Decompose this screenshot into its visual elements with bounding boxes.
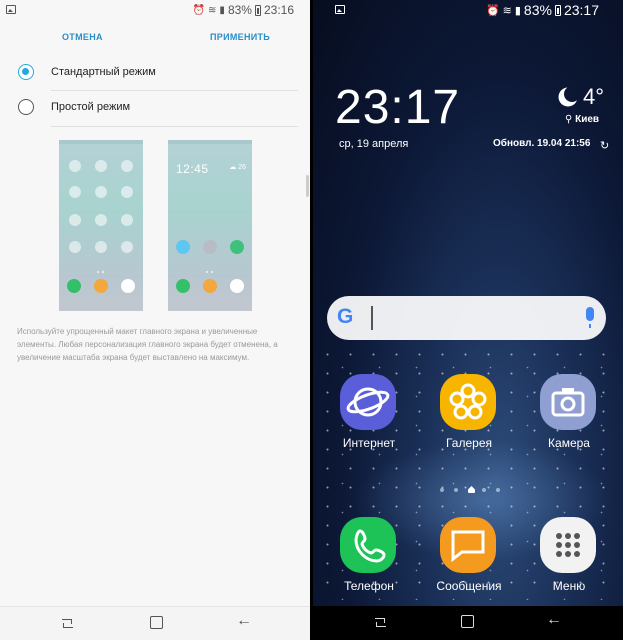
weather-city: ⚲ Киев <box>565 114 600 125</box>
apply-button[interactable]: ПРИМЕНИТЬ <box>210 32 270 42</box>
google-search-bar[interactable]: G <box>327 296 606 340</box>
home-screen: ⏰ ≋ ▮ 83% 23:17 23:17 ср, 19 апреля 4° ⚲… <box>313 0 623 640</box>
standard-mode-preview <box>59 140 143 311</box>
microphone-icon[interactable] <box>586 307 594 328</box>
easy-mode-settings-screen: ⏰ ≋ ▮ 83% 23:16 ОТМЕНА ПРИМЕНИТЬ Стандар… <box>0 0 310 640</box>
weather-city-name: Киев <box>575 114 600 125</box>
action-bar: ОТМЕНА ПРИМЕНИТЬ <box>0 24 310 52</box>
image-notification-icon <box>6 5 16 14</box>
status-bar: ⏰ ≋ ▮ 83% 23:16 <box>0 0 310 22</box>
app-phone[interactable]: Телефон <box>334 517 404 607</box>
status-bar: ⏰ ≋ ▮ 83% 23:17 <box>313 0 623 22</box>
option-label: Простой режим <box>51 101 131 113</box>
cancel-button[interactable]: ОТМЕНА <box>62 32 103 42</box>
weather-temperature[interactable]: 4° <box>583 84 604 110</box>
home-icon[interactable] <box>460 615 476 629</box>
app-label: Телефон <box>344 579 394 593</box>
status-time: 23:16 <box>263 3 294 17</box>
image-notification-icon <box>335 5 345 14</box>
divider <box>51 126 298 127</box>
battery-percent: 83% <box>523 2 552 18</box>
recent-apps-icon[interactable] <box>60 616 76 630</box>
navigation-bar <box>0 606 310 640</box>
apps-grid-icon[interactable] <box>540 517 596 573</box>
option-standard-mode[interactable]: Стандартный режим <box>0 55 310 91</box>
back-icon[interactable] <box>236 612 252 630</box>
app-messages[interactable]: Сообщения <box>434 517 504 607</box>
refresh-icon[interactable]: ↻ <box>600 139 609 152</box>
radio-button-selected[interactable] <box>18 64 34 80</box>
battery-percent: 83% <box>227 3 252 17</box>
option-label: Стандартный режим <box>51 66 156 78</box>
signal-icon: ▮ <box>219 4 225 16</box>
wifi-icon: ≋ <box>208 4 217 16</box>
home-icon[interactable] <box>149 616 165 630</box>
preview-clock: 12:45 <box>176 162 209 176</box>
recent-apps-icon[interactable] <box>373 615 389 629</box>
clock-widget-date: ср, 19 апреля <box>339 138 409 150</box>
radio-button[interactable] <box>18 99 34 115</box>
back-icon[interactable] <box>546 611 562 629</box>
text-cursor <box>371 306 373 330</box>
battery-icon <box>554 4 561 16</box>
app-label: Галерея <box>445 436 493 450</box>
navigation-bar <box>313 606 623 640</box>
moon-icon <box>564 86 580 102</box>
preview-weather: ☁ 26 <box>229 164 246 171</box>
edge-panel-handle[interactable] <box>306 175 309 197</box>
weather-updated: Обновл. 19.04 21:56 <box>493 138 591 149</box>
messages-icon[interactable] <box>440 517 496 573</box>
app-menu[interactable]: Меню <box>534 517 604 607</box>
google-logo-icon: G <box>337 306 359 328</box>
app-camera[interactable]: Камера <box>534 374 604 464</box>
mode-description: Используйте упрощенный макет главного эк… <box>17 327 278 362</box>
app-label: Меню <box>552 579 586 593</box>
app-label: Сообщения <box>436 579 502 593</box>
app-label: Камера <box>548 436 590 450</box>
camera-icon[interactable] <box>540 374 596 430</box>
clock-widget-time[interactable]: 23:17 <box>335 80 460 135</box>
status-time: 23:17 <box>563 2 599 18</box>
signal-icon: ▮ <box>514 4 521 17</box>
easy-mode-preview: 12:45 ☁ 26 <box>168 140 252 311</box>
gallery-icon[interactable] <box>440 374 496 430</box>
google-logo-text: G <box>337 305 354 328</box>
internet-icon[interactable] <box>340 374 396 430</box>
app-gallery[interactable]: Галерея <box>434 374 504 464</box>
phone-icon[interactable] <box>340 517 396 573</box>
app-internet[interactable]: Интернет <box>334 374 404 464</box>
app-label: Интернет <box>342 436 396 450</box>
wifi-icon: ≋ <box>502 4 512 17</box>
page-indicator[interactable] <box>440 486 500 494</box>
battery-icon <box>254 4 261 16</box>
alarm-icon: ⏰ <box>192 4 206 16</box>
alarm-icon: ⏰ <box>485 4 500 17</box>
option-easy-mode[interactable]: Простой режим <box>0 90 310 126</box>
